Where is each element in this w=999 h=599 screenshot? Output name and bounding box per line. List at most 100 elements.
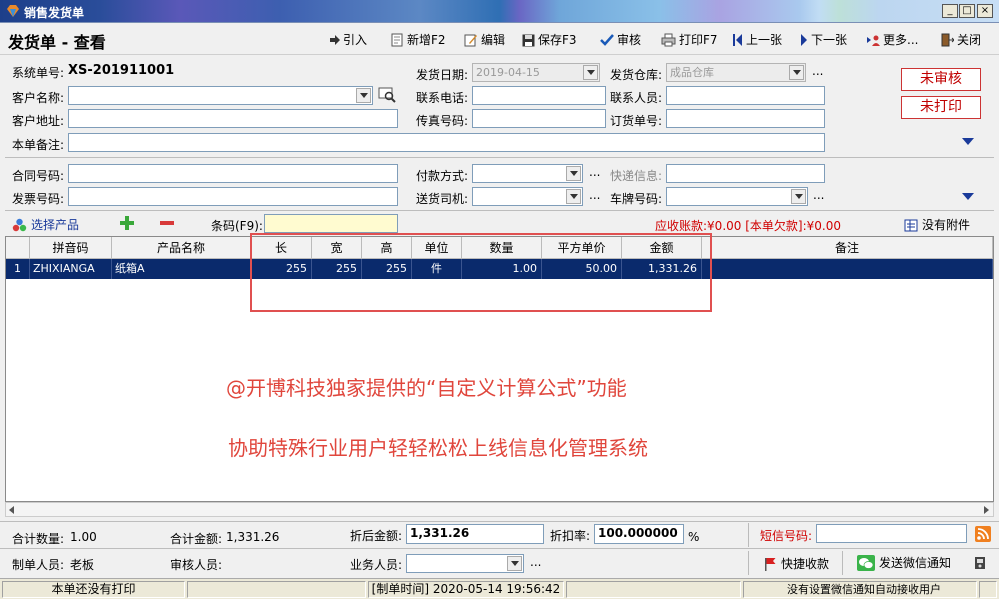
audit-button[interactable]: 审核 bbox=[600, 30, 641, 50]
invoice-label: 发票号码: bbox=[12, 192, 65, 206]
app-icon bbox=[7, 5, 19, 17]
express-input[interactable] bbox=[666, 164, 825, 183]
made-time-text: [制单时间] 2020-05-14 19:56:42 bbox=[368, 581, 564, 598]
device-icon[interactable] bbox=[973, 556, 987, 570]
warehouse-value: 成品仓库 bbox=[670, 66, 714, 79]
ship-date-dropdown[interactable] bbox=[583, 65, 598, 80]
contact-phone-input[interactable] bbox=[472, 86, 606, 105]
more-label: 更多... bbox=[883, 33, 919, 47]
import-arrow-icon bbox=[330, 35, 340, 45]
sales-dropdown[interactable] bbox=[507, 556, 522, 571]
save-label: 保存F3 bbox=[538, 33, 577, 47]
plate-dropdown[interactable] bbox=[791, 189, 806, 204]
print-state-text: 本单还没有打印 bbox=[2, 581, 185, 598]
remark-label: 本单备注: bbox=[12, 138, 65, 152]
close-button[interactable]: 关闭 bbox=[941, 30, 981, 50]
print-button[interactable]: 打印F7 bbox=[661, 30, 718, 50]
sales-more[interactable]: ... bbox=[530, 555, 541, 569]
customer-lookup-icon[interactable] bbox=[378, 87, 396, 103]
next-arrow-icon bbox=[801, 34, 807, 46]
row-name[interactable]: 纸箱A bbox=[112, 259, 251, 279]
next-button[interactable]: 下一张 bbox=[800, 30, 847, 50]
warehouse-select[interactable]: 成品仓库 bbox=[666, 63, 806, 82]
maximize-button[interactable]: □ bbox=[959, 4, 975, 18]
sms-input[interactable] bbox=[816, 524, 967, 543]
quick-pay-button[interactable]: 快捷收款 bbox=[763, 555, 829, 572]
discounted-input[interactable]: 1,331.26 bbox=[406, 524, 544, 544]
grid-col-remark[interactable]: 备注 bbox=[702, 237, 993, 259]
sales-select[interactable] bbox=[406, 554, 524, 573]
wechat-notify-button[interactable]: 发送微信通知 bbox=[857, 554, 951, 571]
driver-dropdown[interactable] bbox=[566, 189, 581, 204]
warehouse-more[interactable]: ... bbox=[812, 64, 823, 78]
attachment-label: 没有附件 bbox=[922, 218, 971, 232]
prev-arrow-icon bbox=[733, 34, 742, 46]
row-remark[interactable] bbox=[702, 259, 993, 279]
driver-select[interactable] bbox=[472, 187, 583, 206]
order-no-input[interactable] bbox=[666, 109, 825, 128]
close-window-button[interactable]: × bbox=[977, 4, 993, 18]
new-button[interactable]: 新增F2 bbox=[390, 30, 446, 50]
status-blank bbox=[187, 581, 366, 598]
ship-date-field[interactable]: 2019-04-15 bbox=[472, 63, 600, 82]
scroll-left-icon[interactable] bbox=[9, 506, 14, 514]
payment-select[interactable] bbox=[472, 164, 583, 183]
remark-input[interactable] bbox=[68, 133, 825, 152]
minimize-button[interactable]: _ bbox=[942, 4, 958, 18]
import-button[interactable]: 引入 bbox=[330, 30, 367, 50]
remove-row-icon[interactable] bbox=[160, 221, 174, 225]
sales-label: 业务人员: bbox=[350, 558, 403, 572]
select-product-label: 选择产品 bbox=[31, 218, 80, 232]
address-input[interactable] bbox=[68, 109, 398, 128]
checkmark-icon bbox=[600, 34, 614, 46]
plate-label: 车牌号码: bbox=[610, 192, 663, 206]
attachment-icon bbox=[904, 219, 918, 231]
express-label: 快递信息: bbox=[610, 169, 663, 183]
warehouse-dropdown[interactable] bbox=[789, 65, 804, 80]
print-label: 打印F7 bbox=[679, 33, 718, 47]
expand-extra-icon[interactable] bbox=[962, 193, 974, 200]
customer-dropdown[interactable] bbox=[356, 88, 371, 103]
grid-scrollbar[interactable] bbox=[5, 502, 994, 517]
scroll-right-icon[interactable] bbox=[984, 506, 989, 514]
rate-input[interactable]: 100.000000 bbox=[594, 524, 684, 544]
total-qty-label: 合计数量: bbox=[12, 532, 65, 546]
select-product-button[interactable]: 选择产品 bbox=[12, 216, 79, 233]
total-amount-value: 1,331.26 bbox=[226, 530, 280, 544]
warehouse-label: 发货仓库: bbox=[610, 68, 663, 82]
status-bar: 本单还没有打印 [制单时间] 2020-05-14 19:56:42 没有设置微… bbox=[0, 578, 999, 599]
grid-col-code[interactable]: 拼音码 bbox=[30, 237, 112, 259]
contact-person-label: 联系人员: bbox=[610, 91, 663, 105]
edit-button[interactable]: 编辑 bbox=[464, 30, 505, 50]
more-button[interactable]: 更多... bbox=[866, 30, 918, 50]
payment-dropdown[interactable] bbox=[566, 166, 581, 181]
driver-more[interactable]: ... bbox=[589, 188, 600, 202]
invoice-input[interactable] bbox=[68, 187, 398, 206]
customer-select[interactable] bbox=[68, 86, 373, 105]
products-icon bbox=[12, 218, 27, 231]
plate-select[interactable] bbox=[666, 187, 808, 206]
percent-sign: % bbox=[688, 530, 700, 544]
promo-line-1: @开博科技独家提供的“自定义计算公式”功能 bbox=[226, 376, 627, 400]
add-row-icon[interactable] bbox=[120, 216, 134, 230]
row-index[interactable]: 1 bbox=[6, 259, 30, 279]
contract-input[interactable] bbox=[68, 164, 398, 183]
page-title: 发货单 - 查看 bbox=[8, 33, 106, 52]
quick-pay-label: 快捷收款 bbox=[781, 557, 830, 571]
contact-person-input[interactable] bbox=[666, 86, 825, 105]
expand-header-icon[interactable] bbox=[962, 138, 974, 145]
save-button[interactable]: 保存F3 bbox=[522, 30, 577, 50]
prev-button[interactable]: 上一张 bbox=[733, 30, 782, 50]
plate-more[interactable]: ... bbox=[813, 188, 824, 202]
payment-more[interactable]: ... bbox=[589, 165, 600, 179]
grid-col-name[interactable]: 产品名称 bbox=[112, 237, 251, 259]
close-label: 关闭 bbox=[957, 33, 982, 47]
rss-icon[interactable] bbox=[975, 526, 991, 542]
discounted-label: 折后金额: bbox=[350, 529, 403, 543]
fax-input[interactable] bbox=[472, 109, 606, 128]
resize-grip[interactable] bbox=[979, 581, 997, 598]
barcode-input[interactable] bbox=[264, 214, 398, 233]
row-code[interactable]: ZHIXIANGA bbox=[30, 259, 112, 279]
receivable-text: 应收账款:¥0.00 [本单欠款]:¥0.00 bbox=[655, 219, 841, 233]
attachment-button[interactable]: 没有附件 bbox=[904, 216, 970, 233]
